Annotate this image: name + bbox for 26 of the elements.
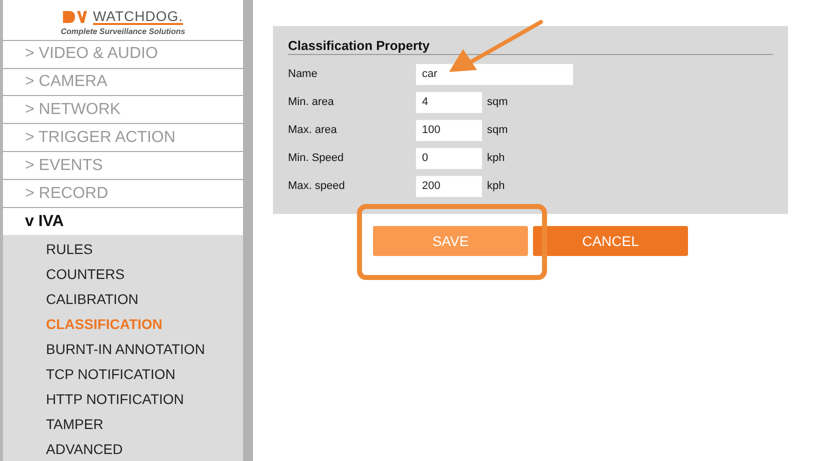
- logo-tagline: Complete Surveillance Solutions: [60, 26, 186, 36]
- submenu-item[interactable]: HTTP NOTIFICATION: [3, 386, 243, 412]
- submenu-item[interactable]: BURNT-IN ANNOTATION: [3, 336, 243, 362]
- field-label: Max. area: [288, 124, 338, 136]
- field-label: Min. area: [288, 96, 335, 108]
- input-field[interactable]: 4: [416, 92, 482, 112]
- input-field[interactable]: 200: [416, 176, 482, 196]
- input-field[interactable]: 0: [416, 148, 482, 168]
- unit-label: kph: [487, 152, 505, 164]
- field-label: Name: [288, 68, 318, 80]
- input-field[interactable]: car: [416, 64, 573, 84]
- submenu-item[interactable]: TCP NOTIFICATION: [3, 361, 243, 386]
- panel-title: Classification Property: [288, 38, 773, 55]
- submenu-item[interactable]: ADVANCED: [3, 436, 243, 461]
- submenu-item[interactable]: TAMPER: [3, 411, 243, 436]
- field-label: Max. speed: [288, 180, 346, 192]
- field-label: Min. Speed: [288, 152, 345, 164]
- unit-label: kph: [487, 180, 505, 192]
- unit-label: sqm: [487, 124, 508, 136]
- submenu-item[interactable]: RULES: [3, 236, 243, 262]
- logo-icon: [62, 10, 89, 23]
- submenu-item[interactable]: COUNTERS: [3, 261, 243, 286]
- input-field[interactable]: 100: [416, 120, 482, 140]
- submenu-item[interactable]: CALIBRATION: [3, 286, 243, 312]
- logo-wordmark: WATCHDOG.: [92, 8, 184, 25]
- unit-label: sqm: [487, 96, 508, 108]
